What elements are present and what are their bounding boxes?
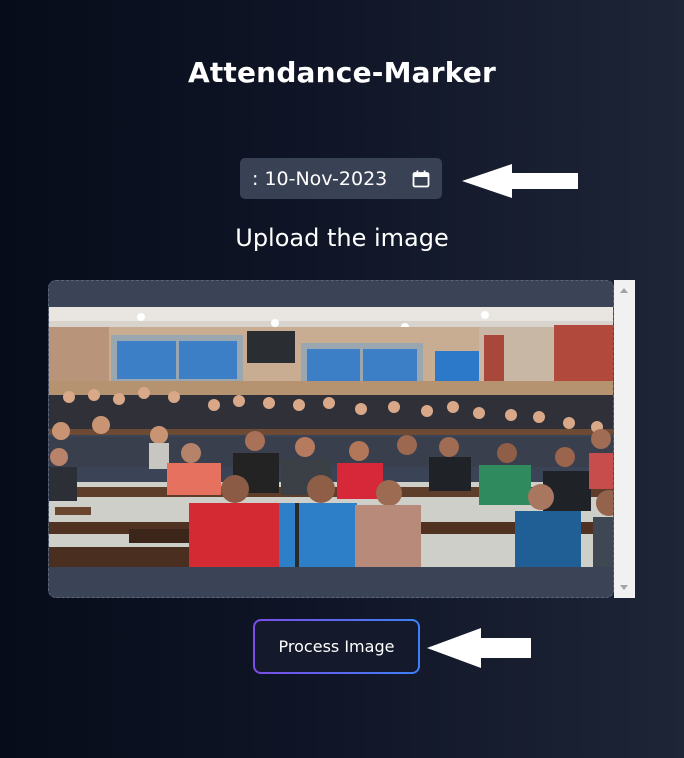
scroll-down-arrow-icon[interactable] — [620, 585, 628, 590]
scroll-up-arrow-icon[interactable] — [620, 288, 628, 293]
image-dropzone[interactable] — [48, 280, 614, 598]
date-input[interactable]: : 10-Nov-2023 — [240, 158, 442, 199]
date-value: : 10-Nov-2023 — [252, 167, 388, 190]
process-image-button[interactable]: Process Image — [253, 619, 420, 674]
arrow-left-icon — [462, 164, 578, 198]
upload-label: Upload the image — [235, 224, 449, 252]
page-title: Attendance-Marker — [187, 56, 497, 89]
arrow-left-icon — [427, 628, 531, 668]
calendar-icon[interactable] — [412, 170, 430, 188]
classroom-photo — [49, 307, 613, 567]
dropzone-scrollbar[interactable] — [614, 280, 635, 598]
